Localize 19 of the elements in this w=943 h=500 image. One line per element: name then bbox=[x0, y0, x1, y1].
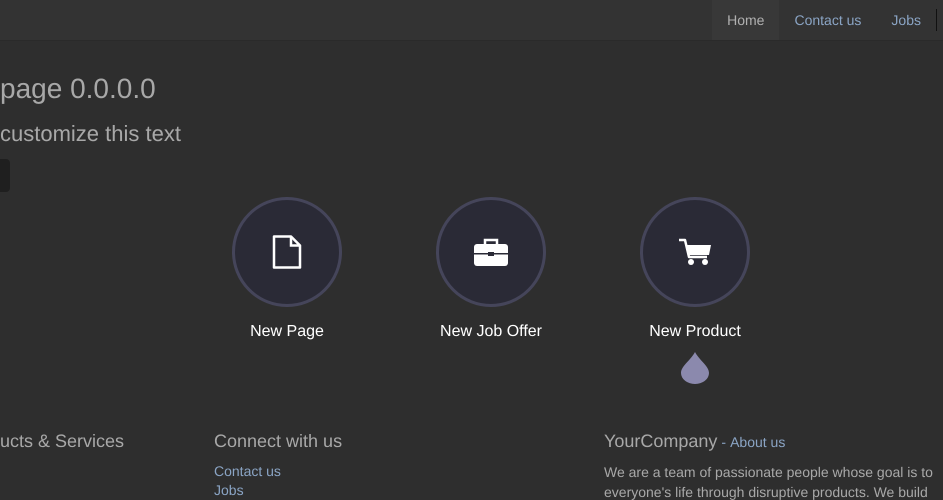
nav-tab[interactable]: Jobs bbox=[876, 0, 936, 40]
option-label: New Page bbox=[250, 323, 324, 341]
page-subtitle: customize this text bbox=[0, 121, 182, 147]
company-name: YourCompany bbox=[604, 430, 718, 452]
document-icon bbox=[272, 235, 302, 269]
nav-tab[interactable]: Contact us bbox=[779, 0, 876, 40]
briefcase-icon bbox=[473, 237, 509, 267]
cart-icon bbox=[678, 237, 712, 267]
footer-link[interactable]: Contact us bbox=[214, 462, 604, 481]
footer-heading: Connect with us bbox=[214, 430, 342, 452]
option-label: New Job Offer bbox=[440, 323, 542, 341]
option-label: New Product bbox=[649, 323, 741, 341]
separator: - bbox=[721, 433, 726, 452]
footer-heading: ucts & Services bbox=[0, 430, 124, 452]
nav-tab[interactable]: Home bbox=[712, 0, 780, 40]
footer-link[interactable]: Jobs bbox=[214, 481, 604, 500]
about-paragraph: We are a team of passionate people whose goal is to everyone's life through disruptive products. We build bbox=[604, 463, 934, 500]
about-link[interactable]: About us bbox=[730, 433, 786, 452]
page-title: page 0.0.0.0 bbox=[0, 73, 157, 105]
